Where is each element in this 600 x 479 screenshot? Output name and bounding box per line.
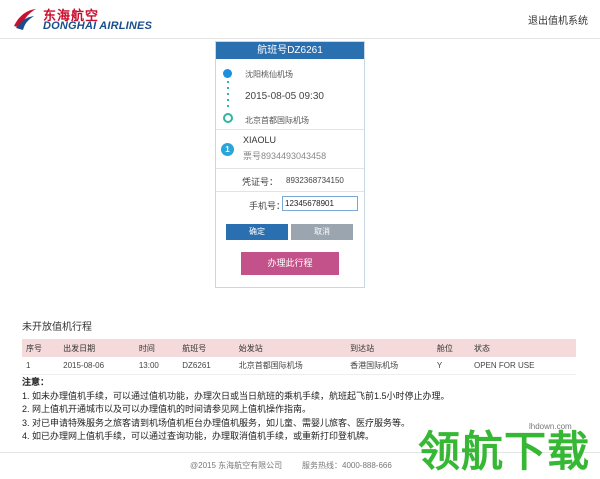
cell-cabin: Y	[432, 357, 470, 375]
route-line	[227, 81, 229, 111]
passenger-index-badge: 1	[221, 143, 234, 156]
phone-row: 手机号：	[216, 192, 364, 216]
table-header-row: 序号 出发日期 时间 航班号 始发站 到达站 舱位 状态	[22, 339, 576, 357]
voucher-row: 凭证号： 8932368734150	[216, 169, 364, 192]
note-item: 4. 如已办理网上值机手续，可以通过查询功能，办理取消值机手续，或重新打印登机牌…	[22, 431, 375, 441]
brand-name-en: DONGHAI AIRLINES	[43, 20, 153, 32]
notes-section: 注意： 1. 如未办理值机手续，可以通过值机功能，办理次日或当日航班的乘机手续，…	[22, 376, 450, 444]
table-row: 1 2015-08-06 13:00 DZ6261 北京首都国际机场 香港国际机…	[22, 357, 576, 375]
departure-airport: 沈阳桃仙机场	[245, 70, 293, 79]
note-item: 2. 网上值机开通城市以及可以办理值机的时间请参见网上值机操作指南。	[22, 404, 312, 414]
note-item: 1. 如未办理值机手续，可以通过值机功能，办理次日或当日航班的乘机手续，航班起飞…	[22, 390, 450, 401]
column-header: 状态	[469, 339, 576, 357]
logout-link[interactable]: 退出值机系统	[528, 12, 588, 27]
confirm-button[interactable]: 确定	[226, 224, 288, 240]
unopened-itinerary-table: 序号 出发日期 时间 航班号 始发站 到达站 舱位 状态 1 2015-08-0…	[22, 339, 576, 375]
notes-title: 注意：	[22, 377, 50, 387]
column-header: 到达站	[346, 339, 433, 357]
copyright-text: @2015 东海航空有限公司	[190, 461, 283, 470]
cell-flight: DZ6261	[178, 357, 235, 375]
process-itinerary-button[interactable]: 办理此行程	[241, 252, 339, 275]
column-header: 始发站	[234, 339, 347, 357]
arrival-airport: 北京首都国际机场	[245, 116, 309, 125]
airline-logo-icon	[14, 9, 36, 30]
column-header: 序号	[22, 339, 60, 357]
voucher-value: 8932368734150	[286, 176, 344, 185]
passenger-name: XIAOLU	[243, 135, 277, 145]
arrival-dot-icon	[223, 113, 233, 123]
column-header: 舱位	[432, 339, 470, 357]
flight-checkin-card: 航班号DZ6261 沈阳桃仙机场 2015-08-05 09:30 北京首都国际…	[215, 41, 365, 288]
departure-dot-icon	[223, 69, 232, 78]
passenger-info: 1 XIAOLU 票号8934493043458	[216, 130, 364, 169]
flight-number-title: 航班号DZ6261	[216, 42, 364, 59]
cell-status: OPEN FOR USE	[469, 357, 576, 375]
ticket-number: 票号8934493043458	[243, 151, 327, 161]
column-header: 航班号	[178, 339, 235, 357]
cell-origin: 北京首都国际机场	[234, 357, 347, 375]
cancel-button[interactable]: 取消	[291, 224, 353, 240]
watermark-url: lhdown.com	[529, 422, 572, 431]
phone-input[interactable]	[282, 196, 358, 211]
phone-label: 手机号：	[249, 201, 286, 211]
departure-datetime: 2015-08-05 09:30	[245, 91, 324, 102]
cell-index: 1	[22, 357, 60, 375]
hotline-text: 服务热线：4000-888-666	[302, 461, 392, 470]
column-header: 时间	[134, 339, 179, 357]
column-header: 出发日期	[59, 339, 135, 357]
voucher-label: 凭证号：	[242, 177, 279, 187]
header-bar: 东海航空 DONGHAI AIRLINES 退出值机系统	[0, 0, 600, 39]
unopened-checkin-title: 未开放值机行程	[22, 322, 92, 333]
flight-route: 沈阳桃仙机场 2015-08-05 09:30 北京首都国际机场	[216, 59, 364, 130]
cell-time: 13:00	[134, 357, 179, 375]
cell-date: 2015-08-06	[59, 357, 135, 375]
cell-destination: 香港国际机场	[346, 357, 433, 375]
note-item: 3. 对已申请特殊服务之旅客请到机场值机柜台办理值机服务，如儿童、需婴儿旅客、医…	[22, 417, 411, 428]
